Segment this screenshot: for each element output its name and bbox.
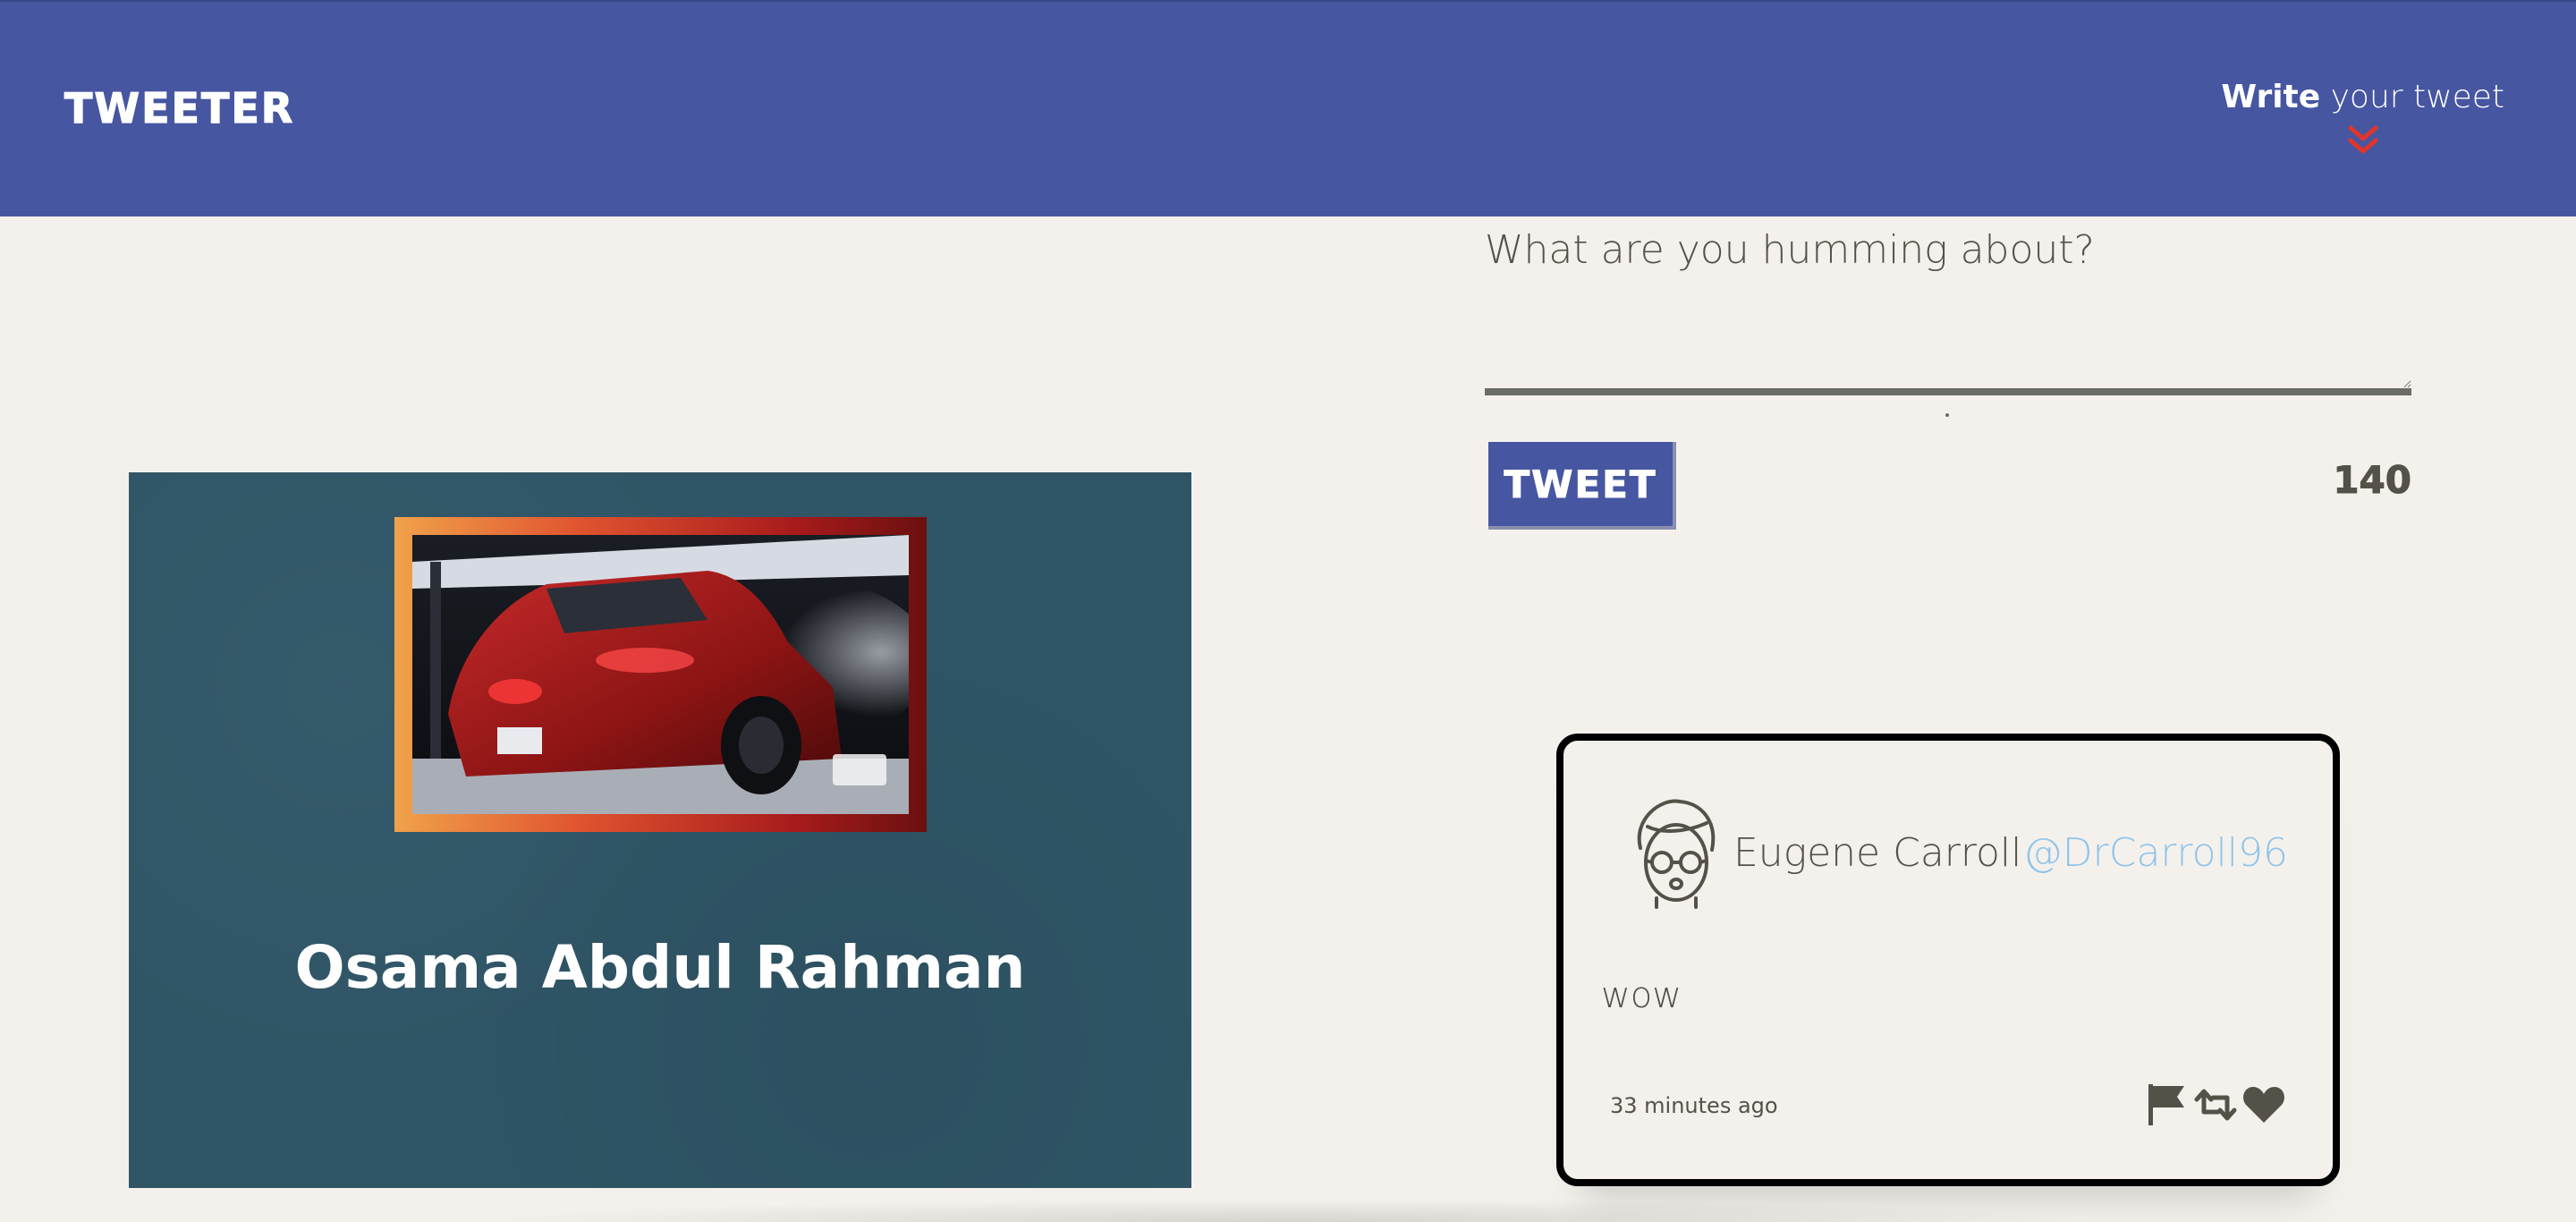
car-photo xyxy=(412,535,909,814)
tweet-avatar xyxy=(1637,799,1716,909)
heart-icon[interactable] xyxy=(2240,1081,2288,1129)
top-nav: Tweeter Write your tweet xyxy=(0,0,2576,216)
profile-name: Osama Abdul Rahman xyxy=(294,933,1026,1002)
profile-avatar-frame xyxy=(394,517,927,832)
brand-logo[interactable]: Tweeter xyxy=(64,83,294,132)
tweet-author-handle[interactable]: @DrCarroll96 xyxy=(2023,830,2288,876)
tweet-input[interactable] xyxy=(1485,224,2411,395)
write-tweet-label[interactable]: Write your tweet xyxy=(2221,79,2504,115)
double-chevron-down-icon[interactable] xyxy=(2345,123,2381,158)
tweet-header: Eugene Carroll @DrCarroll96 xyxy=(1617,793,2288,909)
flag-icon[interactable] xyxy=(2143,1081,2191,1129)
tweet-content: wow xyxy=(1601,975,1682,1016)
profile-avatar xyxy=(412,535,909,814)
character-counter: 140 xyxy=(2333,458,2412,503)
tweet-actions xyxy=(2143,1081,2288,1129)
tweet-timestamp: 33 minutes ago xyxy=(1610,1093,1778,1118)
retweet-icon[interactable] xyxy=(2191,1081,2240,1129)
tweet-card: Eugene Carroll @DrCarroll96 wow 33 minut… xyxy=(1556,734,2340,1186)
footer-shadow xyxy=(465,1199,2111,1222)
tweet-submit-button[interactable]: Tweet xyxy=(1488,442,1676,530)
write-tweet-toggle[interactable]: Write your tweet xyxy=(2221,79,2504,158)
profile-card: Osama Abdul Rahman xyxy=(129,472,1191,1188)
compose-tweet-form: Tweet 140 xyxy=(1485,224,2411,530)
error-indicator xyxy=(1945,413,1949,417)
tweet-author-name: Eugene Carroll xyxy=(1733,830,2022,876)
